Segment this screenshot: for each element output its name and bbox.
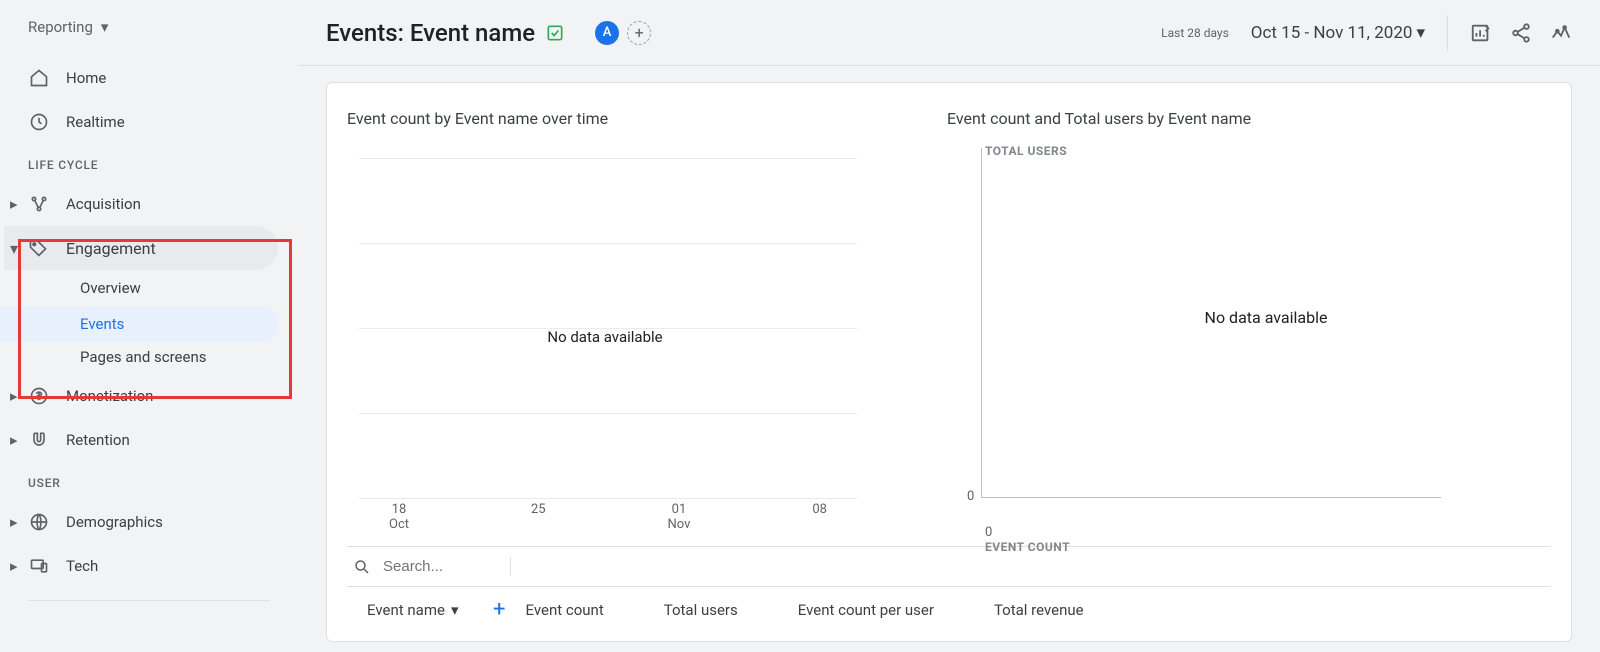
no-data-right: No data available: [981, 308, 1551, 327]
expand-icon: ▸: [10, 387, 22, 405]
nav-realtime[interactable]: Realtime: [0, 100, 298, 144]
section-life-cycle: LIFE CYCLE: [0, 144, 298, 182]
sort-icon: ▾: [451, 601, 459, 619]
x-tick: 08: [812, 502, 827, 538]
acquisition-icon: [28, 193, 50, 215]
insights-icon[interactable]: [1550, 22, 1572, 44]
chart-left-plot: No data available 18Oct 25 01Nov 08: [353, 138, 947, 538]
report-card: Event count by Event name over time No d…: [326, 82, 1572, 642]
nav-retention[interactable]: ▸ Retention: [0, 418, 298, 462]
nav-acquisition[interactable]: ▸ Acquisition: [0, 182, 298, 226]
page-title: Events: Event name: [326, 19, 535, 47]
collapse-icon: ▾: [10, 239, 22, 258]
events-label: Events: [80, 315, 124, 333]
no-data-left: No data available: [353, 328, 857, 346]
expand-icon: ▸: [10, 513, 22, 531]
search-input[interactable]: [381, 557, 491, 576]
x-axis-label: EVENT COUNT: [985, 540, 1070, 554]
add-dimension-button[interactable]: +: [493, 597, 505, 622]
divider: [1447, 15, 1448, 51]
overview-label: Overview: [80, 279, 141, 297]
segment-avatar[interactable]: A: [595, 21, 619, 45]
clock-icon: [28, 111, 50, 133]
nav-engagement-label: Engagement: [66, 239, 156, 258]
tag-icon: [28, 237, 50, 259]
header-bar: Events: Event name A + Last 28 days Oct …: [298, 0, 1600, 66]
expand-icon: ▸: [10, 431, 22, 449]
chart-right-title: Event count and Total users by Event nam…: [947, 109, 1551, 128]
nav-tech-label: Tech: [66, 557, 98, 575]
table-header-row: Event name ▾ + Event count Total users E…: [347, 587, 1551, 632]
search-cell[interactable]: [353, 557, 511, 576]
main-content: Events: Event name A + Last 28 days Oct …: [298, 0, 1600, 652]
grid-line: [359, 243, 857, 244]
add-comparison-button[interactable]: +: [627, 21, 651, 45]
nav-retention-label: Retention: [66, 431, 130, 449]
nav-home-label: Home: [66, 69, 106, 87]
divider: [28, 600, 270, 601]
nav-engagement-events[interactable]: Events: [0, 306, 278, 342]
y-zero: 0: [967, 489, 974, 504]
col-per-user[interactable]: Event count per user: [798, 601, 934, 619]
nav-tech[interactable]: ▸ Tech: [0, 544, 298, 588]
col-event-name[interactable]: Event name ▾: [367, 601, 497, 619]
chart-left: Event count by Event name over time No d…: [347, 109, 947, 538]
chart-right-plot: TOTAL USERS No data available 0 0 EVENT …: [947, 138, 1551, 518]
chevron-down-icon: ▾: [1416, 23, 1425, 43]
nav-demographics-label: Demographics: [66, 513, 163, 531]
globe-icon: [28, 511, 50, 533]
col-total-users[interactable]: Total users: [664, 601, 738, 619]
nav-monetization-label: Monetization: [66, 387, 153, 405]
nav-realtime-label: Realtime: [66, 113, 125, 131]
search-icon: [353, 558, 371, 576]
reporting-dropdown[interactable]: Reporting ▾: [0, 18, 298, 56]
grid-line: [359, 498, 857, 499]
section-user: USER: [0, 462, 298, 500]
reporting-label: Reporting: [28, 18, 93, 36]
date-range-picker[interactable]: Oct 15 - Nov 11, 2020 ▾: [1251, 23, 1425, 43]
sidebar: Reporting ▾ Home Realtime LIFE CYCLE ▸ A…: [0, 0, 298, 652]
devices-icon: [28, 555, 50, 577]
nav-demographics[interactable]: ▸ Demographics: [0, 500, 298, 544]
verified-icon: [545, 23, 565, 43]
table: Event name ▾ + Event count Total users E…: [347, 546, 1551, 632]
nav-monetization[interactable]: ▸ Monetization: [0, 374, 298, 418]
expand-icon: ▸: [10, 195, 22, 213]
nav-engagement-overview[interactable]: Overview: [0, 270, 298, 306]
nav-home[interactable]: Home: [0, 56, 298, 100]
x-tick: 25: [531, 502, 546, 538]
nav-engagement-pages-screens[interactable]: Pages and screens: [0, 342, 298, 374]
x-tick: 01Nov: [668, 502, 691, 538]
x-tick: 18Oct: [389, 502, 409, 538]
grid-line: [359, 158, 857, 159]
col-revenue[interactable]: Total revenue: [994, 601, 1084, 619]
x-zero: 0: [985, 525, 992, 540]
chart-left-title: Event count by Event name over time: [347, 109, 947, 128]
nav-engagement[interactable]: ▾ Engagement: [4, 226, 278, 270]
date-range-prefix: Last 28 days: [1161, 26, 1229, 40]
share-icon[interactable]: [1510, 22, 1532, 44]
nav-acquisition-label: Acquisition: [66, 195, 141, 213]
pages-screens-label: Pages and screens: [80, 348, 206, 368]
dollar-icon: [28, 385, 50, 407]
y-axis-label: TOTAL USERS: [985, 144, 1067, 158]
home-icon: [28, 67, 50, 89]
date-range-text: Oct 15 - Nov 11, 2020: [1251, 23, 1413, 43]
table-search-row: [347, 547, 1551, 587]
edit-chart-icon[interactable]: [1470, 22, 1492, 44]
chart-right: Event count and Total users by Event nam…: [947, 109, 1551, 538]
grid-line: [359, 413, 857, 414]
chevron-down-icon: ▾: [101, 18, 109, 36]
expand-icon: ▸: [10, 557, 22, 575]
col-event-count[interactable]: Event count: [525, 601, 603, 619]
magnet-icon: [28, 429, 50, 451]
